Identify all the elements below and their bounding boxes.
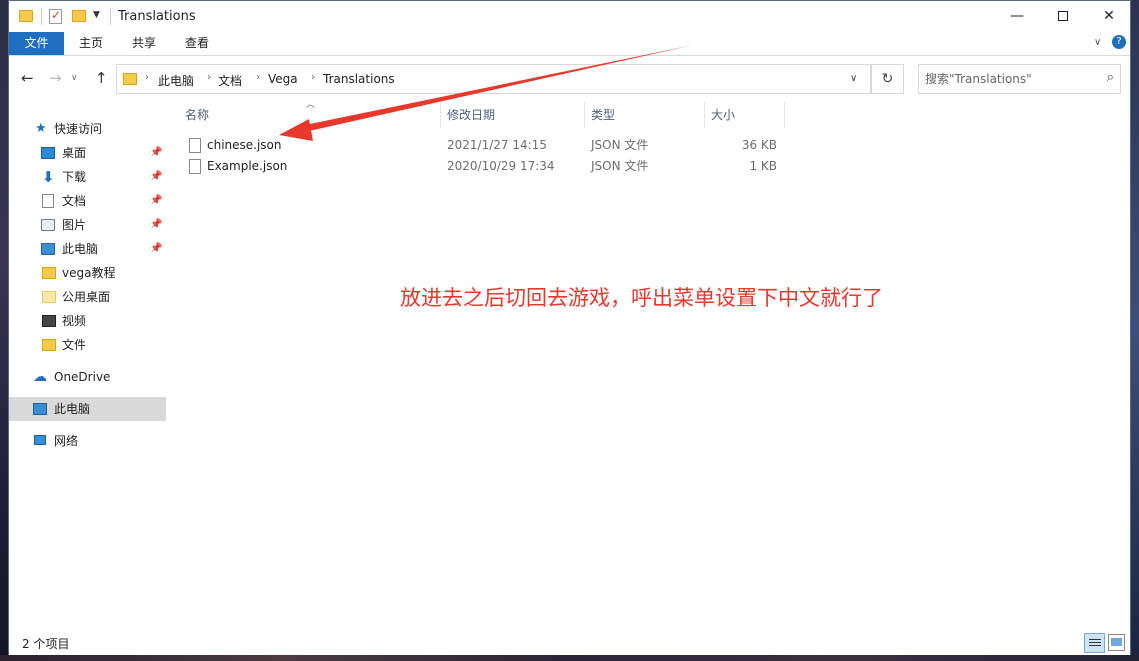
annotation-arrow-shaft [305,45,693,131]
item-count: 2 个项目 [22,637,70,651]
desktop-background-right [1131,0,1139,661]
annotation-arrow-head [279,119,313,141]
annotation-text: 放进去之后切回去游戏，呼出菜单设置下中文就行了 [400,286,883,310]
details-view-icon[interactable] [1084,633,1105,653]
desktop-background-left [0,0,8,661]
large-icons-view-icon[interactable] [1108,634,1125,651]
status-bar: 2 个项目 [9,631,1130,655]
explorer-window: ▼ Translations — ✕ 文件 主页 共享 查看 ∨ ? ← → ∨… [8,0,1131,655]
annotation-arrow [279,45,693,141]
